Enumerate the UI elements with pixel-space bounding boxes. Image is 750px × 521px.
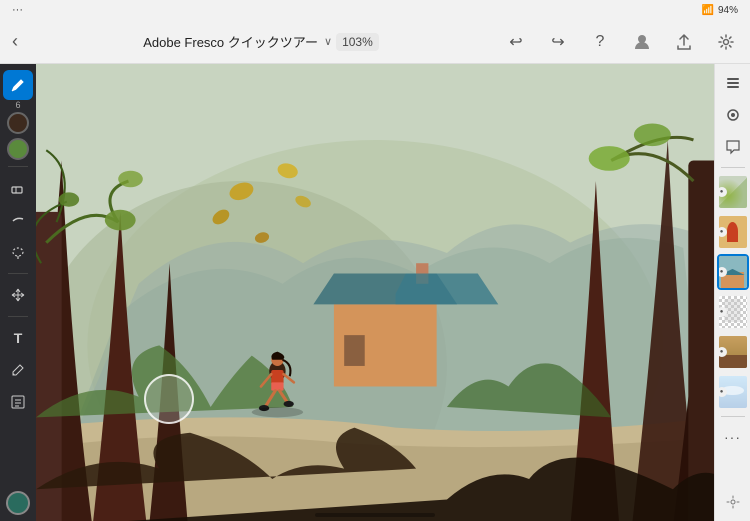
foreground-color[interactable] (7, 112, 29, 134)
share-button[interactable] (668, 26, 700, 58)
layer-visibility-4[interactable]: ● (717, 307, 727, 317)
back-button[interactable]: ‹ (8, 27, 22, 56)
active-color-swatch[interactable] (6, 491, 30, 515)
redo-button[interactable]: ↪ (542, 26, 574, 58)
brush-size: 6 (15, 100, 20, 110)
smudge-tool[interactable] (3, 205, 33, 235)
status-dots: ··· (12, 4, 23, 16)
layer-visibility-5[interactable]: ● (717, 347, 727, 357)
title-chevron[interactable]: ∨ (324, 35, 332, 48)
zoom-circle-overlay[interactable] (144, 374, 194, 424)
eyedropper-tool[interactable] (3, 355, 33, 385)
separator-2 (8, 273, 28, 274)
battery-indicator: 94% (718, 5, 738, 16)
layer-item-3[interactable]: ● (717, 254, 749, 290)
zoom-level[interactable]: 103% (336, 33, 379, 51)
help-button[interactable]: ? (584, 26, 616, 58)
brush-tool[interactable] (3, 70, 33, 100)
panel-separator-2 (721, 416, 745, 417)
document-title: Adobe Fresco クイックツアー (143, 32, 318, 51)
layer-item-6[interactable]: ● (717, 374, 749, 410)
left-toolbar: 6 T (0, 64, 36, 521)
comments-button[interactable] (718, 132, 748, 162)
properties-panel-button[interactable] (718, 100, 748, 130)
main-area: 6 T (0, 64, 750, 521)
top-toolbar: ‹ Adobe Fresco クイックツアー ∨ 103% ↩ ↪ ? (0, 20, 750, 64)
separator-3 (8, 316, 28, 317)
wifi-icon: 📶 (702, 5, 714, 16)
eraser-tool[interactable] (3, 173, 33, 203)
layer-visibility-6[interactable]: ● (717, 387, 727, 397)
status-bar: ··· 📶 94% (0, 0, 750, 20)
panel-settings-button[interactable] (718, 487, 748, 517)
layer-visibility-2[interactable]: ● (717, 227, 727, 237)
separator-1 (8, 166, 28, 167)
panel-separator-1 (721, 167, 745, 168)
layer-item-5[interactable]: ● (717, 334, 749, 370)
layer-item-1[interactable]: ● (717, 174, 749, 210)
right-layers-panel: ● ● ● ● ● (714, 64, 750, 521)
canvas-area[interactable] (36, 64, 714, 521)
layer-item-2[interactable]: ● (717, 214, 749, 250)
layer-item-4[interactable]: ● (717, 294, 749, 330)
import-tool[interactable] (3, 387, 33, 417)
secondary-color[interactable] (7, 138, 29, 160)
home-indicator (315, 513, 435, 517)
undo-button[interactable]: ↩ (500, 26, 532, 58)
text-tool[interactable]: T (3, 323, 33, 353)
more-layers-button[interactable]: ··· (718, 422, 748, 452)
layers-panel-button[interactable] (718, 68, 748, 98)
layer-visibility-1[interactable]: ● (717, 187, 727, 197)
settings-button[interactable] (710, 26, 742, 58)
move-tool[interactable] (3, 280, 33, 310)
user-button[interactable] (626, 26, 658, 58)
lasso-tool[interactable] (3, 237, 33, 267)
canvas-illustration (36, 64, 714, 521)
layer-visibility-3[interactable]: ● (717, 267, 727, 277)
